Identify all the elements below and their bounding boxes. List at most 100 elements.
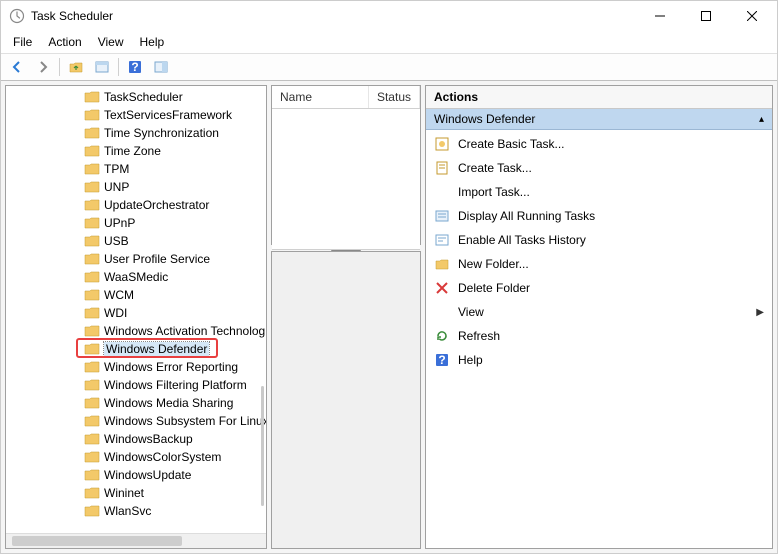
tree-item[interactable]: WindowsBackup bbox=[6, 430, 266, 448]
menu-file[interactable]: File bbox=[5, 33, 40, 51]
window-title: Task Scheduler bbox=[31, 9, 637, 23]
tree-item[interactable]: TaskScheduler bbox=[6, 88, 266, 106]
close-button[interactable] bbox=[729, 1, 775, 31]
action-enable-history[interactable]: Enable All Tasks History bbox=[426, 228, 772, 252]
column-name[interactable]: Name bbox=[272, 86, 369, 108]
tree-item[interactable]: UNP bbox=[6, 178, 266, 196]
forward-button[interactable] bbox=[31, 56, 55, 78]
pane-toggle-button[interactable] bbox=[149, 56, 173, 78]
back-button[interactable] bbox=[5, 56, 29, 78]
wizard-icon bbox=[434, 136, 450, 152]
action-refresh[interactable]: Refresh bbox=[426, 324, 772, 348]
middle-column: Name Status bbox=[271, 85, 421, 549]
properties-button[interactable] bbox=[90, 56, 114, 78]
tree-item-label: Windows Defender bbox=[104, 342, 209, 356]
tree-item-label: UNP bbox=[104, 180, 129, 194]
collapse-icon: ▴ bbox=[759, 114, 764, 125]
task-list-body[interactable] bbox=[272, 109, 420, 249]
actions-title: Actions bbox=[426, 86, 772, 109]
svg-text:?: ? bbox=[438, 353, 445, 367]
tree-item[interactable]: Windows Filtering Platform bbox=[6, 376, 266, 394]
tree-item[interactable]: Windows Error Reporting bbox=[6, 358, 266, 376]
tree-item-label: WaaSMedic bbox=[104, 270, 168, 284]
help-icon: ? bbox=[434, 352, 450, 368]
tree-item[interactable]: Wininet bbox=[6, 484, 266, 502]
action-view[interactable]: View ▶ bbox=[426, 300, 772, 324]
actions-context-header[interactable]: Windows Defender ▴ bbox=[426, 109, 772, 130]
tree-item-label: TaskScheduler bbox=[104, 90, 183, 104]
tree-item-label: TextServicesFramework bbox=[104, 108, 232, 122]
action-label: New Folder... bbox=[458, 257, 529, 271]
tree-item-label: Windows Filtering Platform bbox=[104, 378, 247, 392]
tree-item[interactable]: Windows Defender bbox=[6, 340, 266, 358]
menu-view[interactable]: View bbox=[90, 33, 132, 51]
action-help[interactable]: ? Help bbox=[426, 348, 772, 372]
actions-list: Create Basic Task... Create Task... Impo… bbox=[426, 130, 772, 374]
tree-item[interactable]: User Profile Service bbox=[6, 250, 266, 268]
tree-item[interactable]: TPM bbox=[6, 160, 266, 178]
tree-item[interactable]: WaaSMedic bbox=[6, 268, 266, 286]
tree-item-label: Time Synchronization bbox=[104, 126, 219, 140]
toolbar: ? bbox=[1, 53, 777, 81]
tree-item[interactable]: WlanSvc bbox=[6, 502, 266, 520]
tree-item[interactable]: TextServicesFramework bbox=[6, 106, 266, 124]
tree-item-label: TPM bbox=[104, 162, 129, 176]
tree-item[interactable]: Windows Subsystem For Linux bbox=[6, 412, 266, 430]
action-create-basic-task[interactable]: Create Basic Task... bbox=[426, 132, 772, 156]
delete-icon bbox=[434, 280, 450, 296]
tree-item[interactable]: Time Zone bbox=[6, 142, 266, 160]
running-tasks-icon bbox=[434, 208, 450, 224]
tree-item[interactable]: WDI bbox=[6, 304, 266, 322]
task-icon bbox=[434, 160, 450, 176]
action-label: Delete Folder bbox=[458, 281, 530, 295]
tree-item[interactable]: Windows Media Sharing bbox=[6, 394, 266, 412]
tree-item[interactable]: WindowsColorSystem bbox=[6, 448, 266, 466]
action-label: Help bbox=[458, 353, 483, 367]
tree-list[interactable]: TaskScheduler TextServicesFramework Time S… bbox=[6, 86, 266, 533]
help-button[interactable]: ? bbox=[123, 56, 147, 78]
titlebar: Task Scheduler bbox=[1, 1, 777, 31]
task-list-header: Name Status bbox=[272, 86, 420, 109]
tree-vertical-scrollbar[interactable] bbox=[261, 386, 264, 506]
actions-pane: Actions Windows Defender ▴ Create Basic … bbox=[425, 85, 773, 549]
tree-item-label: Windows Subsystem For Linux bbox=[104, 414, 266, 428]
tree-item[interactable]: USB bbox=[6, 232, 266, 250]
tree-item-label: WindowsBackup bbox=[104, 432, 193, 446]
action-import-task[interactable]: Import Task... bbox=[426, 180, 772, 204]
tree-item[interactable]: Time Synchronization bbox=[6, 124, 266, 142]
up-button[interactable] bbox=[64, 56, 88, 78]
tree-horizontal-scrollbar[interactable] bbox=[6, 533, 266, 548]
maximize-button[interactable] bbox=[683, 1, 729, 31]
tree-item[interactable]: UpdateOrchestrator bbox=[6, 196, 266, 214]
menu-action[interactable]: Action bbox=[40, 33, 89, 51]
menubar: File Action View Help bbox=[1, 31, 777, 53]
menu-help[interactable]: Help bbox=[132, 33, 173, 51]
tree-item-label: WlanSvc bbox=[104, 504, 151, 518]
tree-item-label: USB bbox=[104, 234, 129, 248]
action-label: View bbox=[458, 305, 484, 319]
tree-item-label: Time Zone bbox=[104, 144, 161, 158]
tree-item-label: Windows Error Reporting bbox=[104, 360, 238, 374]
task-detail-pane bbox=[271, 251, 421, 549]
action-new-folder[interactable]: New Folder... bbox=[426, 252, 772, 276]
tree-item[interactable]: UPnP bbox=[6, 214, 266, 232]
action-label: Create Task... bbox=[458, 161, 532, 175]
svg-text:?: ? bbox=[131, 60, 138, 74]
minimize-button[interactable] bbox=[637, 1, 683, 31]
blank-icon bbox=[434, 304, 450, 320]
action-delete-folder[interactable]: Delete Folder bbox=[426, 276, 772, 300]
tree-item-label: WCM bbox=[104, 288, 134, 302]
tree-item[interactable]: Windows Activation Technologies bbox=[6, 322, 266, 340]
blank-icon bbox=[434, 184, 450, 200]
action-label: Refresh bbox=[458, 329, 500, 343]
action-display-running[interactable]: Display All Running Tasks bbox=[426, 204, 772, 228]
action-create-task[interactable]: Create Task... bbox=[426, 156, 772, 180]
tree-item[interactable]: WCM bbox=[6, 286, 266, 304]
new-folder-icon bbox=[434, 256, 450, 272]
tree-item[interactable]: WindowsUpdate bbox=[6, 466, 266, 484]
action-label: Import Task... bbox=[458, 185, 530, 199]
tree-item-label: WindowsUpdate bbox=[104, 468, 191, 482]
window-controls bbox=[637, 1, 775, 31]
column-status[interactable]: Status bbox=[369, 86, 420, 108]
tree-item-label: Windows Activation Technologies bbox=[104, 324, 266, 338]
